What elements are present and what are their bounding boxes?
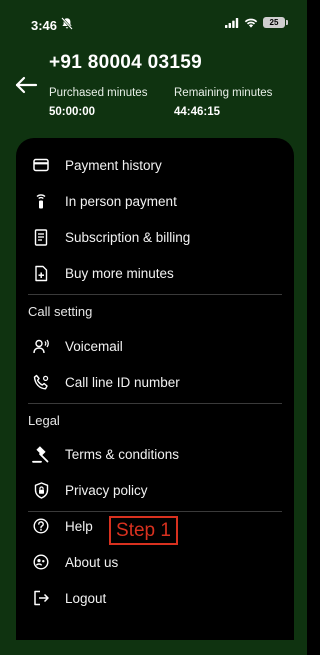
- about-icon: [31, 552, 51, 572]
- logout-icon: [31, 588, 51, 608]
- menu-item-label: Buy more minutes: [65, 265, 174, 281]
- menu-item-label: Terms & conditions: [65, 446, 180, 462]
- menu-sheet: Payment history In person payment Subscr…: [16, 138, 294, 640]
- menu-item-about-us[interactable]: About us: [16, 546, 294, 578]
- remaining-minutes-label: Remaining minutes: [174, 87, 273, 99]
- menu-item-logout[interactable]: Logout: [16, 582, 294, 614]
- menu-item-terms-conditions[interactable]: Terms & conditions: [16, 438, 294, 470]
- section-title-legal: Legal: [28, 413, 60, 428]
- phone-settings-icon: [31, 372, 51, 392]
- arrow-left-icon[interactable]: [12, 72, 40, 98]
- menu-item-label: Subscription & billing: [65, 229, 191, 245]
- battery-icon: 25: [263, 17, 288, 28]
- section-title-call-setting: Call setting: [28, 304, 93, 319]
- purchased-minutes-label: Purchased minutes: [49, 87, 148, 99]
- wifi-icon: [244, 18, 258, 28]
- menu-item-label: Privacy policy: [65, 482, 148, 498]
- menu-item-buy-more-minutes[interactable]: Buy more minutes: [16, 257, 294, 289]
- app-screen: 3:46 25 +91 80004 03159 Purchased minute…: [0, 0, 307, 655]
- menu-item-label: Payment history: [65, 157, 162, 173]
- battery-level: 25: [269, 18, 279, 27]
- gavel-icon: [31, 444, 51, 464]
- purchased-minutes-value: 50:00:00: [49, 106, 96, 118]
- bottom-strip: [0, 640, 307, 655]
- help-icon: [31, 516, 51, 536]
- menu-item-voicemail[interactable]: Voicemail: [16, 330, 294, 362]
- menu-item-privacy-policy[interactable]: Privacy policy: [16, 474, 294, 506]
- purchased-minutes-stat: Purchased minutes 50:00:00: [49, 87, 147, 118]
- menu-item-label: Voicemail: [65, 338, 123, 354]
- shield-lock-icon: [31, 480, 51, 500]
- menu-item-label: Call line ID number: [65, 374, 180, 390]
- cellular-signal-icon: [225, 17, 239, 28]
- menu-item-label: About us: [65, 554, 119, 570]
- phone-number-title: +91 80004 03159: [49, 52, 202, 73]
- status-indicators: 25: [225, 17, 288, 28]
- remaining-minutes-stat: Remaining minutes 44:46:15: [174, 87, 272, 118]
- menu-item-subscription-billing[interactable]: Subscription & billing: [16, 221, 294, 253]
- credit-card-icon: [31, 155, 51, 175]
- menu-item-label: Help: [65, 518, 93, 534]
- section-divider: [28, 294, 282, 295]
- add-document-icon: [31, 263, 51, 283]
- remaining-minutes-value: 44:46:15: [174, 106, 221, 118]
- status-bar: 3:46 25: [0, 0, 307, 42]
- menu-item-label: Logout: [65, 590, 107, 606]
- receipt-icon: [31, 227, 51, 247]
- bell-off-icon: [61, 17, 73, 30]
- status-time: 3:46: [31, 18, 58, 33]
- menu-item-label: In person payment: [65, 193, 177, 209]
- step-annotation-label: Step 1: [109, 516, 178, 545]
- section-divider: [28, 403, 282, 404]
- voicemail-icon: [31, 336, 51, 356]
- menu-item-in-person-payment[interactable]: In person payment: [16, 185, 294, 217]
- menu-item-payment-history[interactable]: Payment history: [16, 149, 294, 181]
- contactless-payment-icon: [31, 191, 51, 211]
- menu-item-call-line-id[interactable]: Call line ID number: [16, 366, 294, 398]
